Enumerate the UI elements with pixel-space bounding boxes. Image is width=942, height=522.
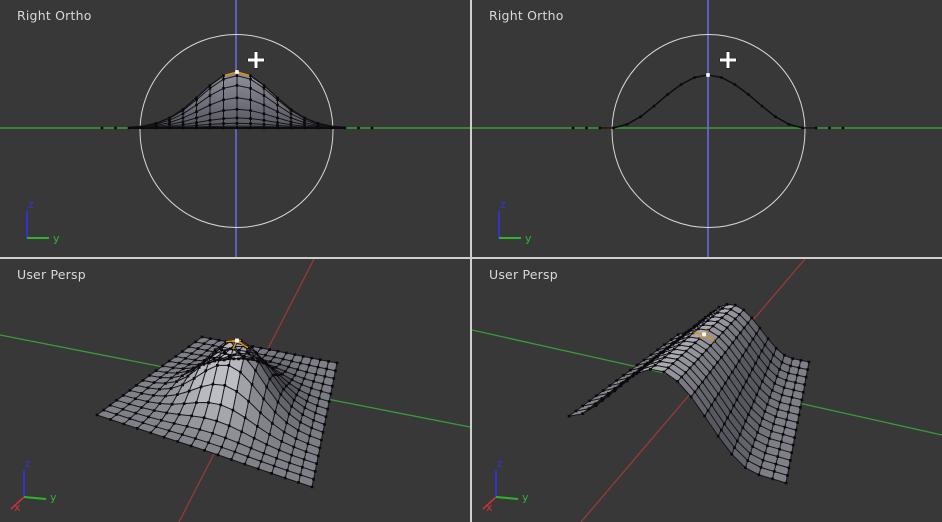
selected-vertex[interactable] — [235, 70, 239, 74]
mesh-object-surface[interactable] — [567, 303, 811, 485]
viewport-right-ortho-left[interactable]: zy Right Ortho — [0, 0, 470, 257]
viewport-canvas-persp-dome[interactable]: x z y — [0, 259, 470, 522]
gizmo-y-label: y — [50, 491, 57, 504]
selected-vertex[interactable] — [235, 338, 239, 343]
area-divider-vertical[interactable] — [470, 0, 472, 522]
gizmo-y-label: y — [53, 232, 60, 245]
viewport-canvas-persp-ridge[interactable]: x z y — [472, 259, 942, 522]
gizmo-y-axis — [495, 496, 519, 500]
selected-vertex[interactable] — [702, 332, 706, 337]
mesh-object-surface[interactable] — [95, 335, 339, 489]
axis-orientation-gizmo: zy — [498, 198, 532, 245]
area-divider-horizontal[interactable] — [0, 257, 942, 259]
viewport-canvas-ortho-curve[interactable]: zy — [472, 0, 942, 257]
gizmo-z-label: z — [28, 198, 34, 211]
gizmo-x-label: x — [14, 501, 21, 514]
viewport-label: Right Ortho — [17, 8, 92, 23]
gizmo-z-label: z — [497, 457, 503, 470]
cursor-crosshair-icon — [719, 51, 737, 69]
selected-vertex[interactable] — [706, 73, 710, 77]
viewport-label: User Persp — [17, 267, 86, 282]
viewport-user-persp-left[interactable]: x z y User Persp — [0, 259, 470, 522]
viewport-canvas-ortho-mesh[interactable]: zy — [0, 0, 470, 257]
gizmo-z-label: z — [25, 457, 31, 470]
viewport-label: User Persp — [489, 267, 558, 282]
gizmo-z-label: z — [500, 198, 506, 211]
axis-orientation-gizmo: x z y — [10, 457, 57, 514]
axis-orientation-gizmo: zy — [26, 198, 60, 245]
cursor-crosshair-icon — [247, 51, 265, 69]
blender-quad-view: zy Right Ortho zy Right Ortho xzy User P… — [0, 0, 942, 522]
axis-orientation-gizmo: x z y — [482, 457, 529, 514]
viewport-label: Right Ortho — [489, 8, 564, 23]
gizmo-y-label: y — [522, 491, 529, 504]
viewport-right-ortho-right[interactable]: zy Right Ortho — [472, 0, 942, 257]
gizmo-y-axis — [23, 496, 47, 500]
viewport-user-persp-right[interactable]: x z y User Persp — [472, 259, 942, 522]
gizmo-y-label: y — [525, 232, 532, 245]
gizmo-x-label: x — [486, 501, 493, 514]
